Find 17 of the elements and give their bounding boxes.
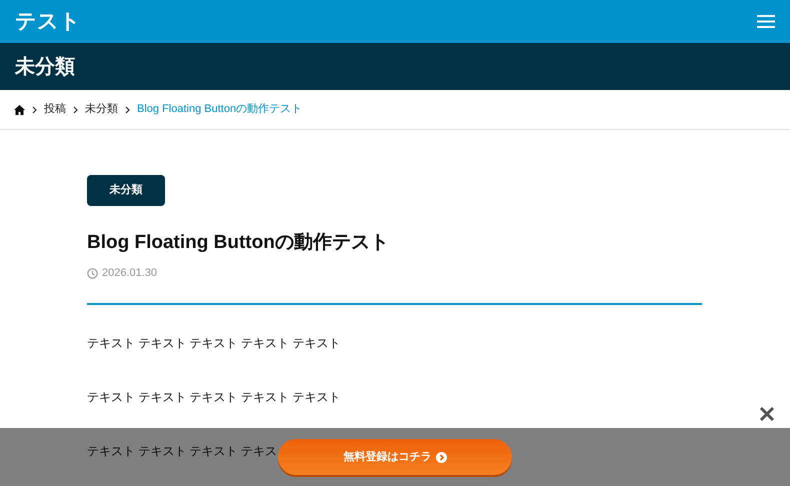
chevron-icon — [125, 106, 130, 114]
chevron-icon — [73, 106, 78, 114]
clock-icon — [87, 268, 98, 279]
arrow-circle-icon — [436, 452, 446, 462]
category-tag[interactable]: 未分類 — [87, 175, 165, 206]
body-text: テキスト テキスト テキスト テキス — [87, 442, 278, 458]
body-text: テキスト テキスト テキスト テキスト テキスト — [87, 334, 340, 350]
close-icon[interactable] — [759, 406, 775, 422]
post-date: 2026.01.30 — [102, 266, 158, 281]
chevron-icon — [32, 106, 37, 114]
article-title: Blog Floating Buttonの動作テスト — [87, 231, 390, 255]
breadcrumb-link[interactable]: 未分類 — [85, 101, 118, 118]
home-icon[interactable] — [14, 104, 25, 114]
breadcrumb-link[interactable]: 投稿 — [44, 101, 66, 118]
category-title: 未分類 — [15, 54, 75, 80]
menu-icon[interactable] — [757, 15, 775, 28]
body-text: テキスト テキスト テキスト テキスト テキスト — [87, 388, 340, 404]
